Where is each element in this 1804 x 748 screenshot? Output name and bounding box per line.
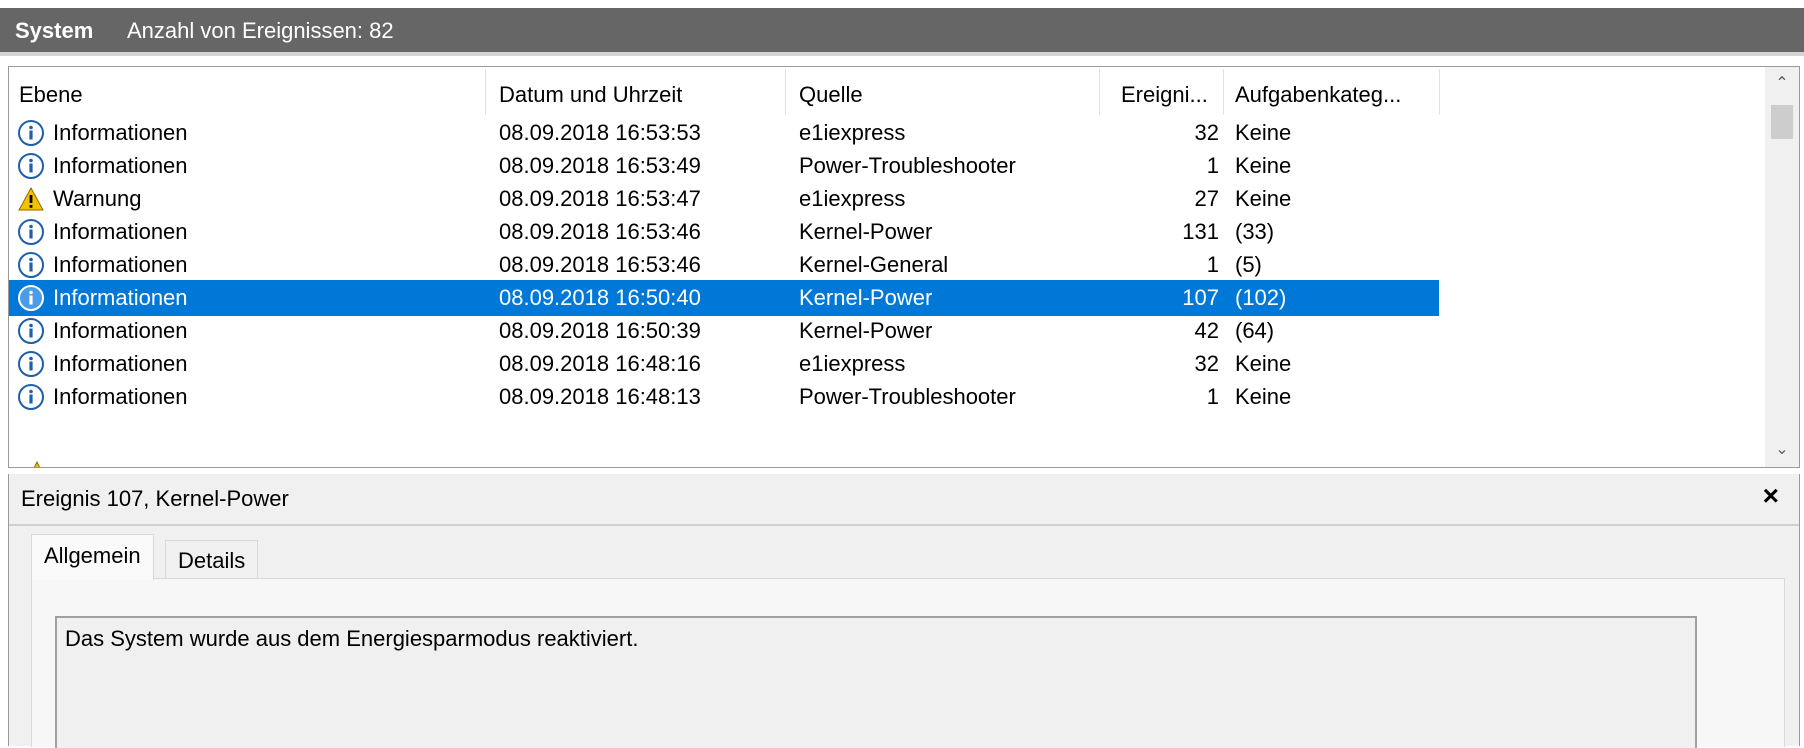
- column-divider[interactable]: [1099, 69, 1100, 115]
- level-cell: Informationen: [53, 219, 188, 244]
- divider: [9, 524, 1799, 526]
- task-category-cell: Keine: [1235, 351, 1292, 376]
- date-cell: 08.09.2018 16:50:40: [499, 285, 701, 310]
- info-icon: [17, 152, 45, 180]
- date-cell: 08.09.2018 16:53:46: [499, 219, 701, 244]
- source-cell: Power-Troubleshooter: [799, 384, 1016, 409]
- warning-icon: [27, 461, 47, 467]
- tab-general[interactable]: Allgemein: [31, 534, 154, 580]
- info-icon: [17, 383, 45, 411]
- level-cell: Informationen: [53, 351, 188, 376]
- level-cell: Informationen: [53, 252, 188, 277]
- event-message-box[interactable]: Das System wurde aus dem Energiesparmodu…: [55, 616, 1697, 748]
- column-divider[interactable]: [1439, 69, 1440, 115]
- table-row[interactable]: Informationen 08.09.2018 16:53:46 Kernel-G…: [9, 247, 1439, 283]
- date-cell: 08.09.2018 16:53:46: [499, 252, 701, 277]
- vertical-scrollbar[interactable]: ⌃ ⌄: [1765, 67, 1799, 467]
- scroll-up-button[interactable]: ⌃: [1765, 67, 1799, 101]
- info-icon: [17, 218, 45, 246]
- level-cell: Informationen: [53, 318, 188, 343]
- info-icon: [17, 350, 45, 378]
- event-list[interactable]: Ebene Datum und Uhrzeit Quelle Ereigni..…: [8, 66, 1800, 468]
- column-header-task-category[interactable]: Aufgabenkateg...: [1235, 75, 1401, 115]
- level-cell: Informationen: [53, 285, 188, 310]
- task-category-cell: Keine: [1235, 384, 1292, 409]
- event-id-cell: 1: [1206, 252, 1219, 277]
- event-detail-pane: Ereignis 107, Kernel-Power × Allgemein D…: [8, 474, 1800, 748]
- tab-details[interactable]: Details: [165, 540, 259, 578]
- source-cell: e1iexpress: [799, 186, 906, 211]
- task-category-cell: (102): [1235, 285, 1287, 310]
- info-icon: [17, 317, 45, 345]
- event-id-cell: 32: [1194, 351, 1219, 376]
- column-divider[interactable]: [485, 69, 486, 115]
- event-id-cell: 27: [1194, 186, 1219, 211]
- table-row[interactable]: Informationen 08.09.2018 16:48:16 e1iexpre…: [9, 346, 1439, 382]
- source-cell: Kernel-General: [799, 252, 949, 277]
- date-cell: 08.09.2018 16:53:47: [499, 186, 701, 211]
- date-cell: 08.09.2018 16:53:49: [499, 153, 701, 178]
- source-cell: Kernel-Power: [799, 219, 933, 244]
- source-cell: Kernel-Power: [799, 285, 933, 310]
- level-cell: Informationen: [53, 120, 188, 145]
- task-category-cell: (33): [1235, 219, 1275, 244]
- level-cell: Warnung: [53, 186, 142, 211]
- task-category-cell: (64): [1235, 318, 1275, 343]
- task-category-cell: Keine: [1235, 120, 1292, 145]
- info-icon: [17, 119, 45, 147]
- column-header-date[interactable]: Datum und Uhrzeit: [499, 75, 682, 115]
- scroll-down-button[interactable]: ⌄: [1765, 433, 1799, 467]
- task-category-cell: (5): [1235, 252, 1262, 277]
- log-header-bar: System Anzahl von Ereignissen: 82: [0, 8, 1804, 56]
- event-id-cell: 107: [1182, 285, 1219, 310]
- log-title: System: [15, 18, 94, 43]
- column-header-source[interactable]: Quelle: [799, 75, 863, 115]
- date-cell: 08.09.2018 16:53:53: [499, 120, 701, 145]
- event-id-cell: 42: [1194, 318, 1219, 343]
- scrollbar-thumb[interactable]: [1771, 105, 1793, 139]
- table-row[interactable]: Informationen 08.09.2018 16:53:46 Kernel-P…: [9, 214, 1439, 250]
- date-cell: 08.09.2018 16:50:39: [499, 318, 701, 343]
- event-id-cell: 32: [1194, 120, 1219, 145]
- source-cell: e1iexpress: [799, 351, 906, 376]
- task-category-cell: Keine: [1235, 153, 1292, 178]
- source-cell: Kernel-Power: [799, 318, 933, 343]
- level-cell: Informationen: [53, 384, 188, 409]
- source-cell: Power-Troubleshooter: [799, 153, 1016, 178]
- close-icon[interactable]: ×: [1763, 480, 1779, 512]
- column-header-level[interactable]: Ebene: [19, 75, 83, 115]
- date-cell: 08.09.2018 16:48:16: [499, 351, 701, 376]
- detail-title: Ereignis 107, Kernel-Power: [21, 486, 289, 511]
- table-row[interactable]: Warnung 08.09.2018 16:53:47 e1iexpress 27 Ke…: [9, 181, 1439, 217]
- table-row[interactable]: Informationen 08.09.2018 16:48:13 Power-Tr…: [9, 379, 1439, 415]
- event-count: Anzahl von Ereignissen: 82: [127, 18, 394, 43]
- source-cell: e1iexpress: [799, 120, 906, 145]
- event-id-cell: 1: [1206, 384, 1219, 409]
- date-cell: 08.09.2018 16:48:13: [499, 384, 701, 409]
- column-divider[interactable]: [1223, 69, 1224, 115]
- column-divider[interactable]: [785, 69, 786, 115]
- event-id-cell: 1: [1206, 153, 1219, 178]
- info-icon: [17, 251, 45, 279]
- event-message: Das System wurde aus dem Energiesparmodu…: [65, 626, 639, 651]
- level-cell: Informationen: [53, 153, 188, 178]
- warning-icon: [17, 185, 45, 213]
- table-row[interactable]: Informationen 08.09.2018 16:50:39 Kernel-P…: [9, 313, 1439, 349]
- table-row[interactable]: Informationen 08.09.2018 16:53:49 Power-Tr…: [9, 148, 1439, 184]
- task-category-cell: Keine: [1235, 186, 1292, 211]
- info-icon: [17, 284, 45, 312]
- column-header-event-id[interactable]: Ereigni...: [1121, 75, 1208, 115]
- table-row-selected[interactable]: Informationen 08.09.2018 16:50:40 Kernel-P…: [9, 280, 1439, 316]
- table-row[interactable]: Informationen 08.09.2018 16:53:53 e1iexpre…: [9, 115, 1439, 151]
- event-id-cell: 131: [1182, 219, 1219, 244]
